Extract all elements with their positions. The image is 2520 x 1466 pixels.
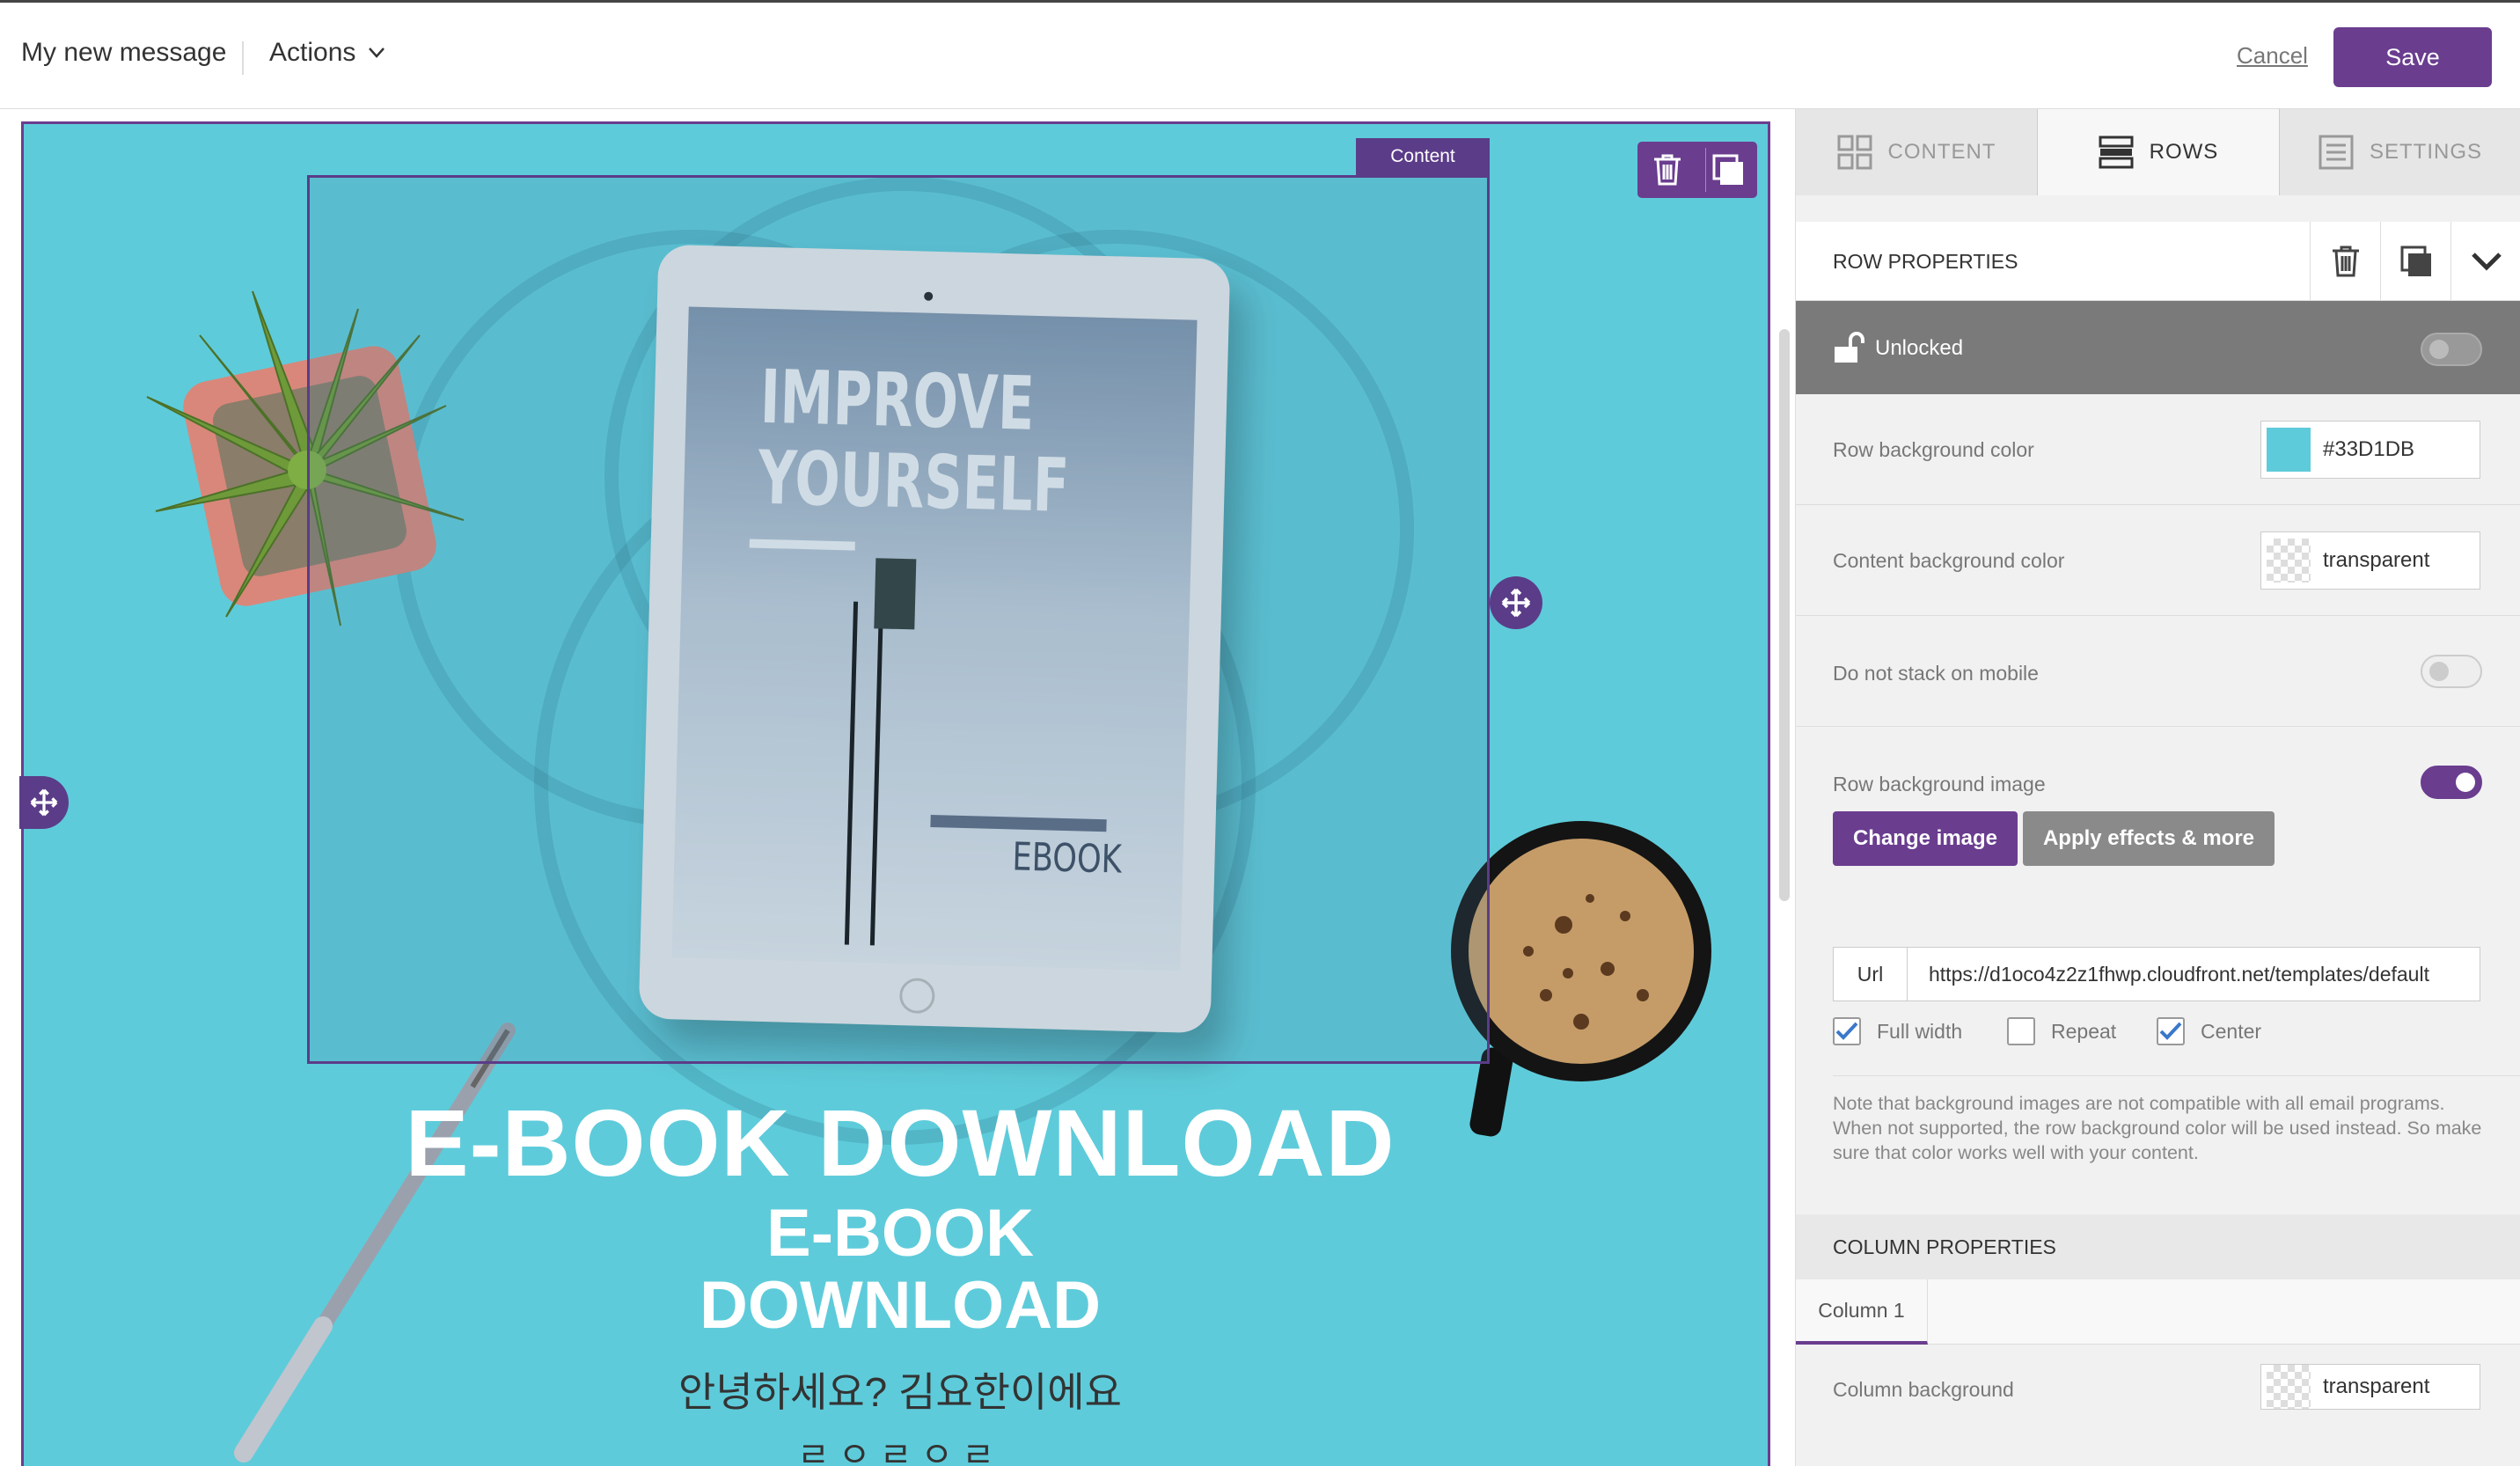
column-tabs: Column 1 [1796,1279,2520,1345]
cancel-link[interactable]: Cancel [2237,42,2308,70]
row-properties-header: ROW PROPERTIES [1796,222,2520,301]
content-bg-color-swatch[interactable] [2267,539,2311,583]
actions-label: Actions [269,38,356,67]
url-label: Url [1834,948,1908,1001]
duplicate-icon [1712,154,1743,185]
headline[interactable]: E-BOOK DOWNLOAD [24,1088,1768,1198]
tab-settings[interactable]: SETTINGS [2280,109,2520,195]
no-stack-label: Do not stack on mobile [1833,662,2039,685]
content-tag[interactable]: Content [1356,138,1490,175]
row-bg-color-label: Row background color [1833,438,2034,461]
duplicate-row-button[interactable] [2380,222,2450,301]
change-image-button[interactable]: Change image [1833,811,2018,866]
selected-row[interactable]: IMPROVE YOURSELF EBOOK Content E-BOOK DO… [21,121,1770,1466]
url-input[interactable]: https://d1oco4z2z1fhwp.cloudfront.net/te… [1908,948,2480,1001]
move-icon [30,788,58,817]
center-checkbox[interactable]: Center [2157,1017,2261,1045]
content-selection-box[interactable] [307,175,1490,1064]
properties-panel: CONTENT ROWS SETTINGS ROW PROPERTIES Unl… [1795,109,2520,1466]
content-bg-color-field[interactable]: transparent [2260,531,2480,590]
chevron-down-icon [369,48,385,58]
grid-icon [1837,135,1872,170]
trash-icon [2332,246,2359,277]
row-bg-color-value: #33D1DB [2323,437,2415,461]
column-bg-label: Column background [1833,1378,2014,1401]
divider [1833,1075,2520,1076]
duplicate-row-button[interactable] [1705,148,1749,192]
repeat-label: Repeat [2051,1019,2117,1043]
column-properties-title: COLUMN PROPERTIES [1833,1235,2056,1258]
content-bg-color-label: Content background color [1833,549,2065,572]
full-width-label: Full width [1877,1019,1963,1043]
column-properties-header: COLUMN PROPERTIES [1796,1214,2520,1279]
collapse-button[interactable] [2450,222,2520,301]
delete-row-button[interactable] [2310,222,2380,301]
tab-settings-label: SETTINGS [2369,140,2482,164]
tab-content-label: CONTENT [1887,140,1996,164]
tab-column-1[interactable]: Column 1 [1796,1279,1928,1345]
move-icon [1501,588,1531,618]
korean-text[interactable]: 안녕하세요? 김요한이에요 [24,1360,1768,1418]
content-move-handle[interactable] [1490,576,1542,629]
checkbox-box[interactable] [1833,1017,1861,1045]
row-properties-title: ROW PROPERTIES [1833,250,2018,273]
chevron-down-icon [2471,253,2502,271]
lock-status-label: Unlocked [1875,336,1964,360]
rows-icon [2099,136,2134,169]
editor-canvas: IMPROVE YOURSELF EBOOK Content E-BOOK DO… [0,109,1795,1466]
checkbox-box[interactable] [2157,1017,2185,1045]
column-bg-color-swatch[interactable] [2267,1365,2311,1409]
row-bg-image-label: Row background image [1833,773,2046,795]
check-icon [2159,1022,2182,1040]
row-bg-color-field[interactable]: #33D1DB [2260,421,2480,479]
full-width-checkbox[interactable]: Full width [1833,1017,1962,1045]
tab-rows[interactable]: ROWS [2038,109,2280,195]
actions-menu[interactable]: Actions [269,38,385,68]
canvas-scrollbar[interactable] [1779,329,1790,901]
delete-row-button[interactable] [1645,148,1689,192]
column-bg-color-value: transparent [2323,1374,2430,1398]
apply-effects-button[interactable]: Apply effects & more [2023,811,2275,866]
check-icon [1835,1022,1858,1040]
message-title[interactable]: My new message [21,38,226,68]
content-bg-color-value: transparent [2323,548,2430,572]
repeat-checkbox[interactable]: Repeat [2007,1017,2116,1045]
center-label: Center [2201,1019,2262,1043]
tab-rows-label: ROWS [2149,140,2219,164]
panel-tabs: CONTENT ROWS SETTINGS [1796,109,2520,195]
row-bg-image-toggle[interactable] [2421,766,2482,799]
save-button[interactable]: Save [2333,27,2492,87]
top-bar: My new message Actions Cancel Save [0,0,2520,109]
row-toolbar [1637,142,1757,198]
trash-icon [1654,154,1681,186]
url-field[interactable]: Url https://d1oco4z2z1fhwp.cloudfront.ne… [1833,947,2480,1001]
tab-content[interactable]: CONTENT [1796,109,2038,195]
korean-text-secondary[interactable]: ㄹㅇㄹㅇㄹ [24,1426,1768,1466]
no-stack-toggle[interactable] [2421,655,2482,688]
panel-body: ROW PROPERTIES Unlocked Row background c… [1796,195,2520,1466]
bg-image-note: Note that background images are not comp… [1833,1093,2482,1163]
settings-list-icon [2319,135,2354,170]
row-bg-color-row: Row background color #33D1DB [1796,394,2520,505]
divider [242,41,244,75]
subheadline[interactable]: E-BOOK DOWNLOAD [24,1198,1768,1342]
lock-toggle[interactable] [2421,333,2482,366]
duplicate-icon [2400,246,2431,276]
row-bg-color-swatch[interactable] [2267,428,2311,472]
no-stack-row: Do not stack on mobile [1796,616,2520,727]
unlock-icon [1835,332,1864,363]
column-bg-color-field[interactable]: transparent [2260,1364,2480,1410]
lock-bar: Unlocked [1796,301,2520,394]
content-bg-color-row: Content background color transparent [1796,505,2520,616]
checkbox-box[interactable] [2007,1017,2035,1045]
